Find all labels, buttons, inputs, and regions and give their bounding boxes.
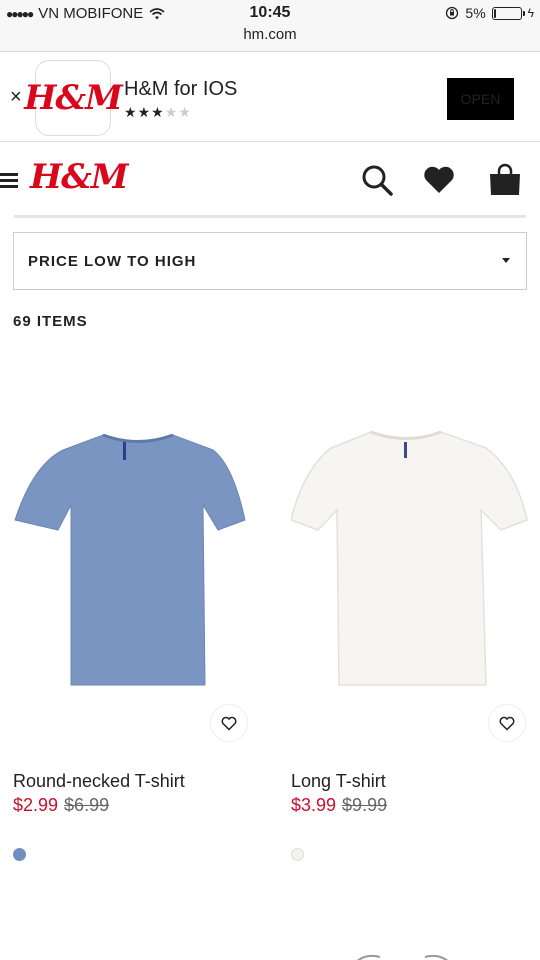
original-price: $9.99 xyxy=(342,795,388,815)
app-rating: ★★★★★ xyxy=(124,104,192,121)
product-name[interactable]: Long T-shirt xyxy=(291,771,386,792)
search-icon[interactable] xyxy=(360,163,394,197)
star-empty-icon: ★ xyxy=(178,104,192,120)
original-price: $6.99 xyxy=(64,795,110,815)
app-title: H&M for IOS xyxy=(124,78,238,100)
star-empty-icon: ★ xyxy=(164,104,179,120)
charging-icon: ϟ xyxy=(527,6,534,20)
sale-price: $3.99 xyxy=(291,795,337,815)
hm-logo[interactable]: H&M xyxy=(30,157,128,197)
address-bar-url[interactable]: hm.com xyxy=(0,26,540,43)
product-card[interactable]: Long T-shirt $3.99 $9.99 xyxy=(291,400,540,870)
sale-price: $2.99 xyxy=(13,795,59,815)
product-image[interactable] xyxy=(13,420,263,690)
battery-info: 5% ϟ xyxy=(445,5,534,21)
tshirt-shape xyxy=(14,434,246,686)
smart-app-banner: × H&M H&M for IOS ★★★★★ OPEN xyxy=(0,52,540,142)
sort-selected-value: PRICE LOW TO HIGH xyxy=(28,253,197,270)
next-product-peek xyxy=(356,954,449,960)
orientation-lock-icon xyxy=(446,6,459,20)
filter-bar-edge xyxy=(14,215,526,218)
battery-percent: 5% xyxy=(465,5,486,21)
product-name[interactable]: Round-necked T-shirt xyxy=(13,771,185,792)
hamburger-icon[interactable] xyxy=(0,173,18,188)
site-header: H&M xyxy=(0,143,540,215)
star-filled-icon: ★ xyxy=(124,104,138,120)
add-to-favorites-button[interactable] xyxy=(488,704,526,742)
browser-status-bar: ●●●●● VN MOBIFONE 10:45 hm.com 5% ϟ xyxy=(0,0,540,52)
close-icon[interactable]: × xyxy=(10,86,22,109)
heart-icon[interactable] xyxy=(422,163,456,197)
product-card[interactable]: Round-necked T-shirt $2.99 $6.99 xyxy=(13,400,263,870)
heart-outline-icon xyxy=(221,716,237,731)
battery-icon xyxy=(491,6,525,20)
chevron-down-icon xyxy=(502,258,510,263)
items-count: 69 ITEMS xyxy=(13,313,88,330)
add-to-favorites-button[interactable] xyxy=(210,704,248,742)
star-filled-icon: ★ xyxy=(151,104,165,120)
open-app-button[interactable]: OPEN xyxy=(447,78,514,120)
app-icon: H&M xyxy=(24,60,123,136)
color-swatch[interactable] xyxy=(13,848,26,861)
sort-dropdown[interactable]: PRICE LOW TO HIGH xyxy=(13,232,527,290)
star-filled-icon: ★ xyxy=(137,104,152,120)
hm-logo: H&M xyxy=(24,78,122,118)
product-price: $2.99 $6.99 xyxy=(13,795,109,816)
product-price: $3.99 $9.99 xyxy=(291,795,387,816)
heart-outline-icon xyxy=(499,716,515,731)
shopping-bag-icon[interactable] xyxy=(488,163,522,197)
color-swatch[interactable] xyxy=(291,848,304,861)
product-image[interactable] xyxy=(291,420,540,690)
